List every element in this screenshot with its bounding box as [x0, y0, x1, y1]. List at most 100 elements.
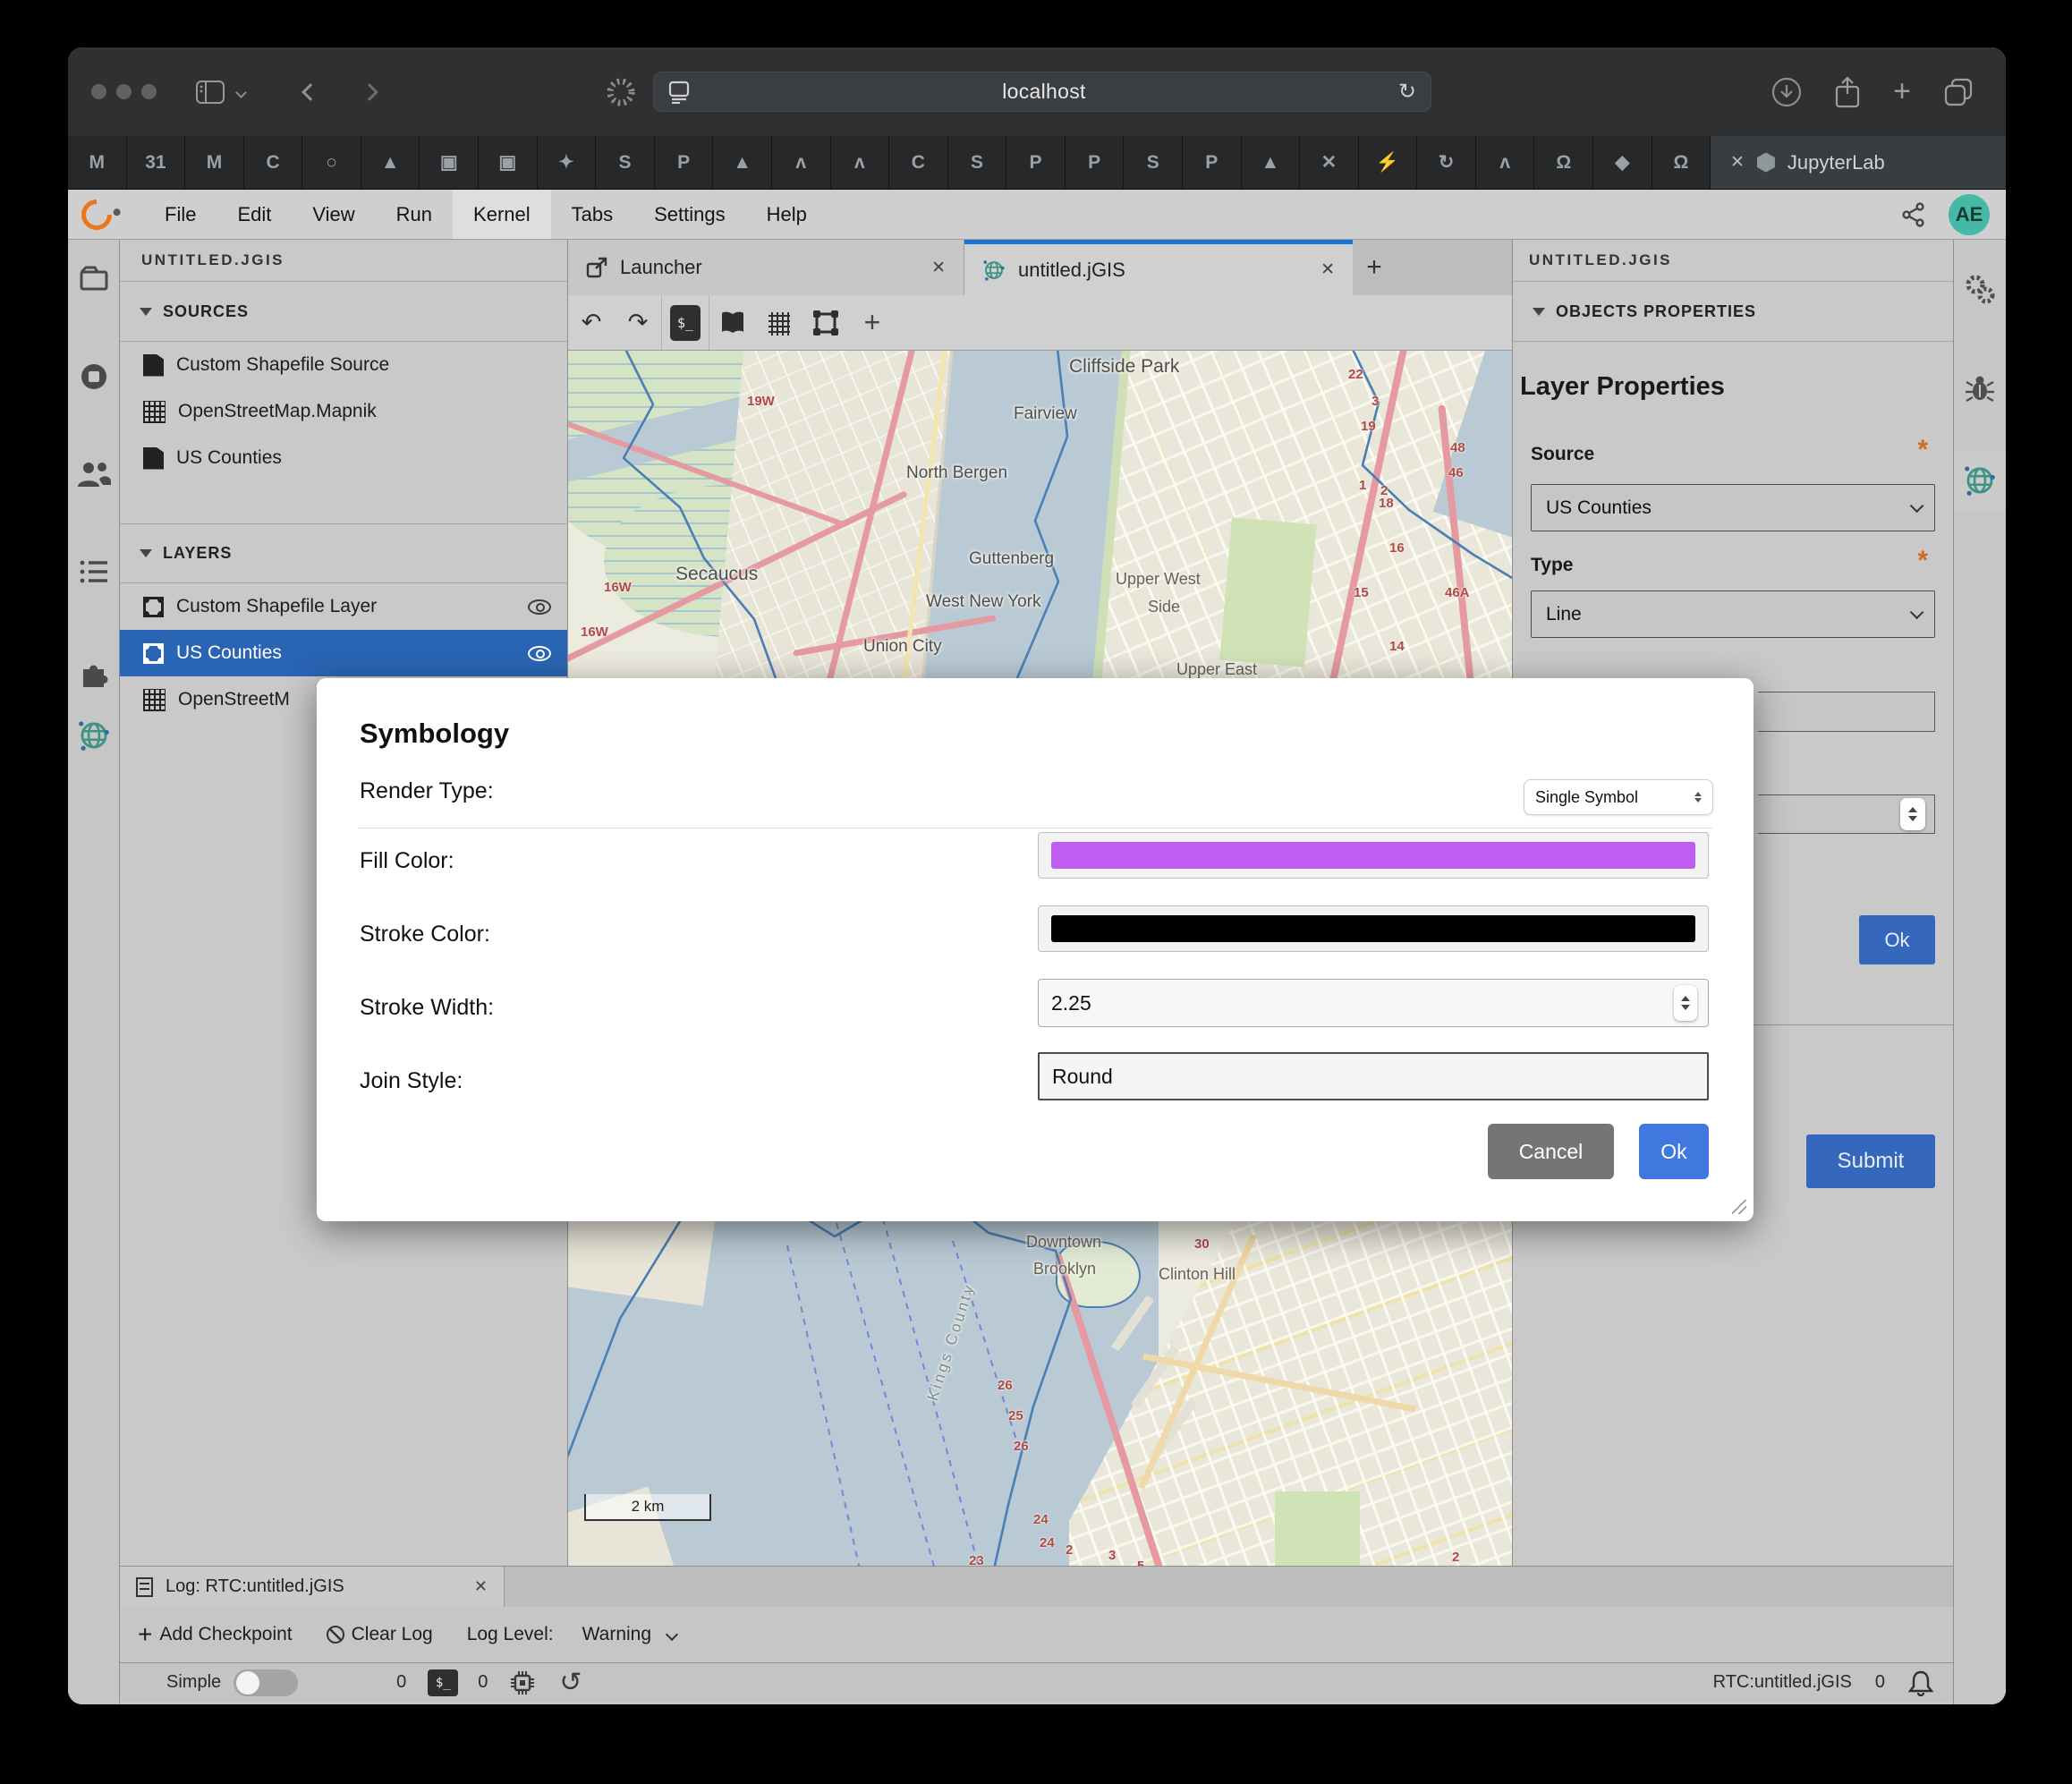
pinned-tab[interactable]: ✕ — [1300, 136, 1359, 189]
user-avatar[interactable]: AE — [1949, 194, 1990, 235]
text-input-partially-hidden[interactable] — [1758, 692, 1935, 732]
stroke-color-input[interactable] — [1038, 905, 1709, 952]
simple-mode-toggle[interactable] — [234, 1669, 298, 1696]
source-item[interactable]: US Counties — [120, 435, 567, 481]
layer-visibility-eye-icon[interactable] — [528, 646, 551, 661]
pinned-tab[interactable]: Ω — [1534, 136, 1593, 189]
debugger-bug-icon[interactable] — [1964, 372, 1996, 404]
log-level-value[interactable]: Warning — [582, 1624, 651, 1645]
pinned-tab[interactable]: ▲ — [713, 136, 772, 189]
sidebar-chevron-icon[interactable] — [235, 87, 247, 98]
pinned-tab[interactable]: ◆ — [1593, 136, 1652, 189]
pinned-tab[interactable]: C — [244, 136, 303, 189]
close-tab-icon[interactable]: ✕ — [1730, 152, 1745, 173]
sources-section-header[interactable]: SOURCES — [120, 282, 567, 342]
close-window-button[interactable] — [91, 84, 106, 99]
stepper-icon[interactable] — [1674, 985, 1697, 1021]
layer-item[interactable]: US Counties — [120, 630, 567, 676]
pinned-tab[interactable]: S — [1124, 136, 1183, 189]
new-tab-icon[interactable]: + — [1893, 74, 1911, 109]
fill-color-swatch[interactable] — [1051, 842, 1695, 869]
zoom-window-button[interactable] — [141, 84, 157, 99]
pinned-tab[interactable]: P — [655, 136, 714, 189]
table-of-contents-icon[interactable] — [79, 558, 109, 585]
share-icon[interactable] — [1834, 76, 1861, 108]
url-text[interactable]: localhost — [690, 80, 1398, 104]
console-button[interactable]: $_ — [662, 295, 709, 350]
menu-item[interactable]: Kernel — [453, 190, 551, 239]
pinned-tab[interactable]: P — [1066, 136, 1125, 189]
jupytergis-panel-icon[interactable] — [1963, 463, 1997, 497]
layer-item[interactable]: Custom Shapefile Layer — [120, 583, 567, 630]
bell-icon[interactable] — [1908, 1669, 1933, 1696]
menu-item[interactable]: View — [292, 190, 375, 239]
pinned-tab[interactable]: M — [185, 136, 244, 189]
menu-item[interactable]: Help — [746, 190, 828, 239]
forward-button[interactable] — [361, 83, 378, 101]
objects-properties-header[interactable]: OBJECTS PROPERTIES — [1513, 282, 1953, 342]
downloads-icon[interactable] — [1771, 77, 1802, 107]
pinned-tab[interactable]: ▣ — [420, 136, 479, 189]
resize-handle[interactable] — [1732, 1200, 1746, 1214]
stroke-width-input[interactable]: 2.25 — [1038, 979, 1709, 1027]
address-bar[interactable]: localhost ↻ — [653, 72, 1431, 112]
pinned-tab[interactable]: Ω — [1652, 136, 1711, 189]
pinned-tab[interactable]: M — [68, 136, 127, 189]
minimize-window-button[interactable] — [116, 84, 132, 99]
extensions-icon[interactable] — [78, 657, 110, 689]
cancel-button[interactable]: Cancel — [1488, 1124, 1614, 1179]
pinned-tab[interactable]: C — [889, 136, 948, 189]
pinned-tab[interactable]: ✦ — [538, 136, 597, 189]
new-layer-button[interactable]: + — [849, 295, 896, 350]
property-inspector-icon[interactable] — [1962, 272, 1998, 308]
pinned-tab[interactable]: ○ — [302, 136, 361, 189]
layer-visibility-eye-icon[interactable] — [528, 599, 551, 615]
clear-log-button[interactable]: Clear Log — [327, 1624, 433, 1645]
render-type-select[interactable]: Single Symbol — [1524, 779, 1713, 815]
menu-item[interactable]: Tabs — [551, 190, 633, 239]
basemap-gallery-button[interactable] — [709, 295, 756, 350]
add-checkpoint-button[interactable]: + Add Checkpoint — [138, 1620, 293, 1649]
number-input-partially-hidden[interactable] — [1758, 794, 1935, 834]
panel-ok-button[interactable]: Ok — [1859, 915, 1935, 964]
tab-overview-icon[interactable] — [1943, 77, 1974, 107]
pinned-tab[interactable]: S — [948, 136, 1007, 189]
jupytergis-sidebar-icon[interactable] — [77, 718, 111, 752]
back-button[interactable] — [301, 83, 319, 101]
pinned-tab[interactable]: ʌ — [1476, 136, 1535, 189]
close-log-icon[interactable]: ✕ — [474, 1577, 488, 1596]
menu-item[interactable]: Run — [376, 190, 453, 239]
ok-button[interactable]: Ok — [1639, 1124, 1709, 1179]
running-kernels-icon[interactable] — [79, 361, 109, 392]
kernel-chip-icon[interactable] — [509, 1669, 536, 1696]
browser-tab-jupyterlab[interactable]: ✕ JupyterLab — [1711, 136, 2006, 189]
source-select[interactable]: US Counties — [1531, 484, 1935, 531]
menu-item[interactable]: File — [144, 190, 217, 239]
terminal-status-icon[interactable]: $_ — [428, 1669, 458, 1696]
pinned-tab[interactable]: P — [1006, 136, 1066, 189]
submit-button[interactable]: Submit — [1806, 1134, 1935, 1188]
pinned-tab[interactable]: ʌ — [772, 136, 831, 189]
sidebar-toggle-icon[interactable] — [196, 81, 225, 104]
redo-button[interactable]: ↷ — [615, 295, 661, 350]
log-level-control[interactable]: Log Level: Warning — [467, 1624, 676, 1645]
history-icon[interactable]: ↺ — [559, 1667, 582, 1698]
layers-section-header[interactable]: LAYERS — [120, 523, 567, 583]
new-tab-button[interactable]: + — [1353, 240, 1396, 295]
pinned-tab[interactable]: ▲ — [1242, 136, 1301, 189]
pinned-tab[interactable]: ʌ — [831, 136, 890, 189]
log-tab[interactable]: Log: RTC:untitled.jGIS ✕ — [120, 1567, 505, 1607]
tab-untitled-jgis[interactable]: untitled.jGIS ✕ — [964, 240, 1353, 295]
collaboration-icon[interactable] — [76, 460, 112, 488]
type-select[interactable]: Line — [1531, 590, 1935, 638]
pinned-tab[interactable]: ▣ — [479, 136, 538, 189]
fill-color-input[interactable] — [1038, 832, 1709, 879]
pinned-tab[interactable]: P — [1183, 136, 1242, 189]
source-item[interactable]: Custom Shapefile Source — [120, 342, 567, 388]
pinned-tab[interactable]: ⚡ — [1359, 136, 1418, 189]
tab-launcher[interactable]: Launcher ✕ — [568, 240, 964, 295]
close-tab-icon[interactable]: ✕ — [931, 258, 946, 278]
file-browser-icon[interactable] — [79, 265, 109, 292]
pinned-tab[interactable]: ↻ — [1417, 136, 1476, 189]
pinned-tab[interactable]: S — [596, 136, 655, 189]
